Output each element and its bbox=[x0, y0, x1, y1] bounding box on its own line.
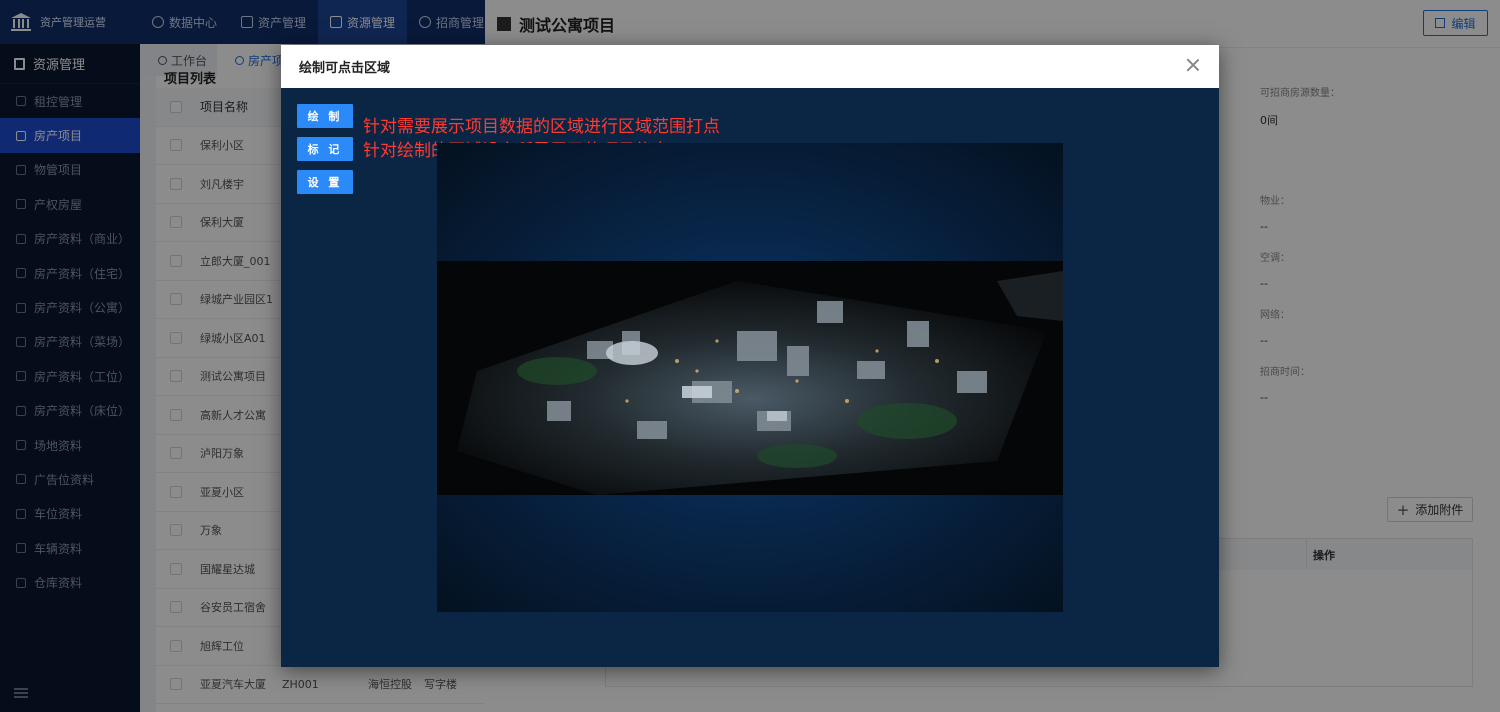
settings-button[interactable]: 设 置 bbox=[297, 170, 353, 194]
draw-area-modal: 绘制可点击区域 绘 制 标 记 设 置 针对需要展示项目数据的区域进行区域范围打… bbox=[281, 45, 1219, 667]
draw-button[interactable]: 绘 制 bbox=[297, 104, 353, 128]
annotation-draw: 针对需要展示项目数据的区域进行区域范围打点 bbox=[363, 117, 720, 137]
modal-title: 绘制可点击区域 bbox=[299, 61, 391, 76]
close-icon[interactable] bbox=[1185, 57, 1201, 73]
aerial-city-image bbox=[437, 261, 1063, 495]
drawing-canvas[interactable] bbox=[437, 143, 1063, 612]
modal-header: 绘制可点击区域 bbox=[281, 45, 1219, 88]
mark-button[interactable]: 标 记 bbox=[297, 137, 353, 161]
